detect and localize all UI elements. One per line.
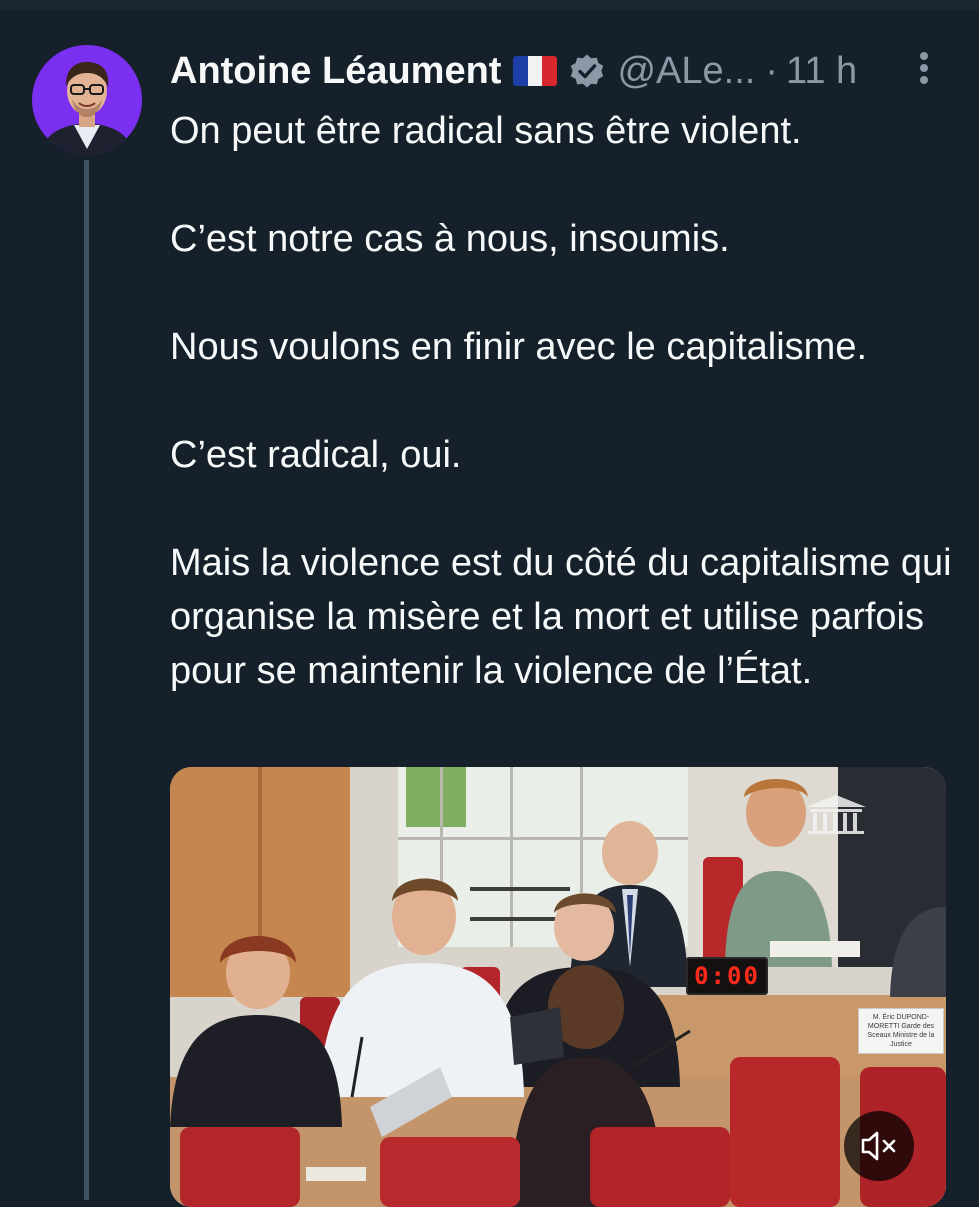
- tweet-timestamp[interactable]: 11 h: [786, 48, 857, 94]
- top-divider: [0, 0, 979, 10]
- tweet-paragraph: Mais la violence est du côté du capitali…: [170, 542, 952, 692]
- session-timer-display: 0:00: [686, 957, 768, 995]
- more-options-icon[interactable]: [914, 48, 934, 88]
- tweet-paragraph: On peut être radical sans être violent.: [170, 110, 802, 152]
- tweet-body: On peut être radical sans être violent. …: [170, 104, 960, 698]
- tweet-paragraph: C’est notre cas à nous, insoumis.: [170, 218, 730, 260]
- tweet-paragraph: C’est radical, oui.: [170, 434, 462, 476]
- volume-muted-icon[interactable]: [844, 1111, 914, 1181]
- tweet-header: Antoine Léaument @ALe... · 11 h: [170, 48, 857, 94]
- author-avatar[interactable]: [32, 45, 142, 155]
- thread-connector-line: [84, 160, 89, 1200]
- france-flag-icon: [513, 56, 558, 86]
- verified-badge-icon[interactable]: [569, 53, 605, 89]
- author-name[interactable]: Antoine Léaument: [170, 48, 501, 94]
- header-separator: ·: [765, 50, 778, 92]
- speaker-nameplate: M. Éric DUPOND-MORETTI Garde des Sceaux …: [858, 1008, 944, 1054]
- tweet-video[interactable]: 0:00 M. Éric DUPOND-MORETTI Garde des Sc…: [170, 767, 946, 1207]
- author-handle[interactable]: @ALe...: [617, 48, 755, 94]
- tweet-paragraph: Nous voulons en finir avec le capitalism…: [170, 326, 868, 368]
- video-frame: [170, 767, 946, 1207]
